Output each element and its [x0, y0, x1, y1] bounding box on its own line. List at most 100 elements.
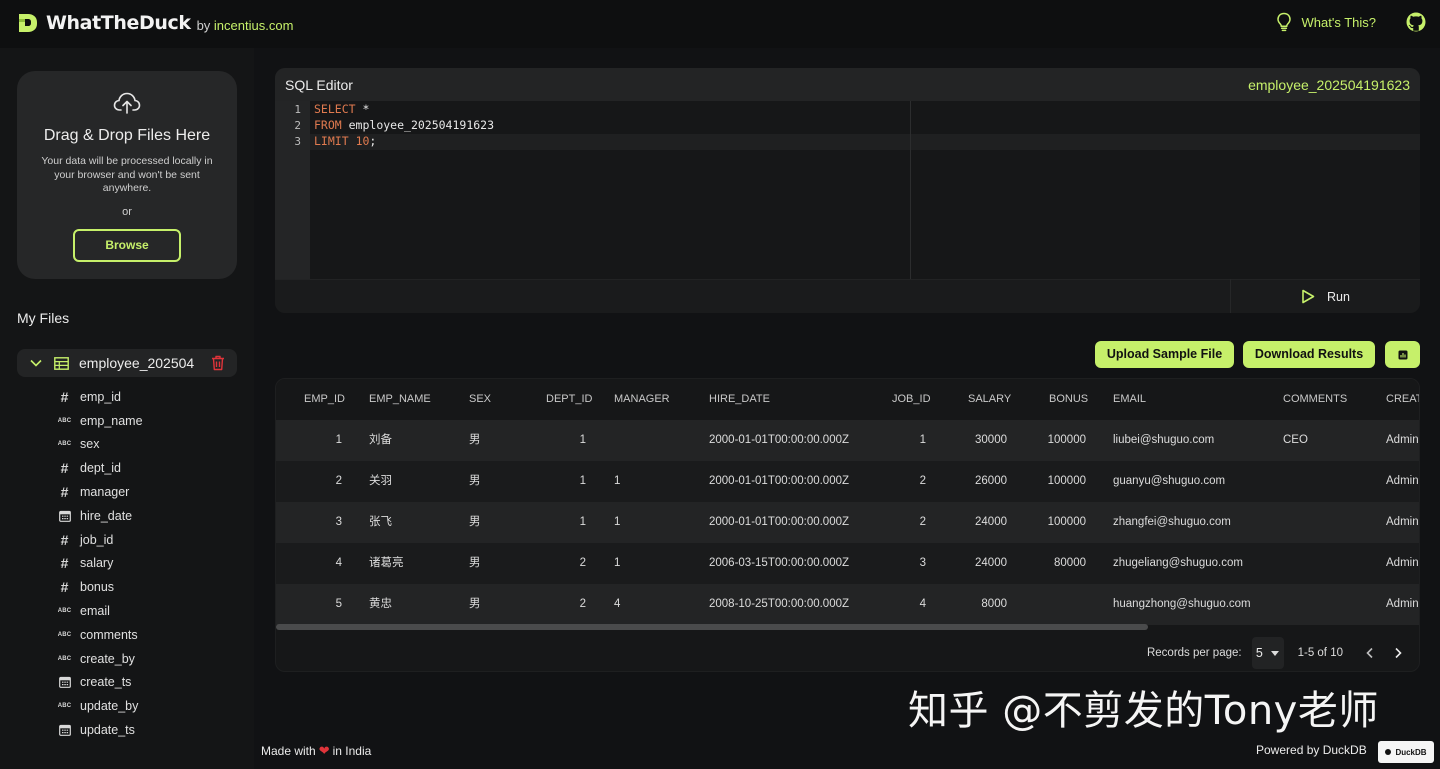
- column-header[interactable]: SEX: [469, 379, 529, 420]
- calendar-icon: [58, 724, 71, 736]
- table-row[interactable]: 2 关羽 男 1 1 2000-01-01T00:00:00.000Z 2 26000 1000…: [276, 461, 1419, 502]
- incentius-link[interactable]: incentius.com: [214, 18, 293, 33]
- column-item-update-by[interactable]: ABC update_by: [58, 694, 143, 718]
- whats-this-link[interactable]: What's This?: [1276, 12, 1376, 32]
- column-item-hire-date[interactable]: hire_date: [58, 504, 143, 528]
- powered-by: Powered by DuckDB: [1256, 743, 1367, 757]
- hash-icon: #: [60, 484, 69, 501]
- column-header[interactable]: EMP_ID: [304, 379, 354, 420]
- column-name: emp_name: [80, 413, 143, 428]
- heart-icon: ❤: [318, 743, 330, 758]
- table-cell: 100000: [1047, 434, 1086, 446]
- table-cell: 男: [469, 434, 481, 446]
- column-header[interactable]: HIRE_DATE: [709, 379, 879, 420]
- table-cell: 男: [469, 557, 481, 569]
- column-header[interactable]: EMP_NAME: [369, 379, 449, 420]
- column-name: update_ts: [80, 723, 135, 738]
- column-item-create-ts[interactable]: create_ts: [58, 671, 143, 695]
- chart-view-button[interactable]: [1385, 341, 1420, 368]
- table-cell: 5: [335, 598, 342, 610]
- column-header[interactable]: BONUS: [1049, 379, 1099, 420]
- column-item-salary[interactable]: # salary: [58, 552, 143, 576]
- table-cell: 2: [335, 475, 342, 487]
- table-cell: 1: [614, 557, 621, 569]
- brand-logo[interactable]: WhatTheDuck by incentius.com: [16, 12, 293, 34]
- table-row[interactable]: 4 诸葛亮 男 2 1 2006-03-15T00:00:00.000Z 3 24000 800…: [276, 543, 1419, 584]
- column-item-email[interactable]: ABC email: [58, 599, 143, 623]
- records-per-page-value: 5: [1255, 646, 1263, 660]
- column-item-sex[interactable]: ABC sex: [58, 433, 143, 457]
- run-button[interactable]: Run: [1301, 289, 1350, 304]
- table-row[interactable]: 1 刘备 男 1 2000-01-01T00:00:00.000Z 1 30000 10000…: [276, 420, 1419, 461]
- trash-icon[interactable]: [211, 355, 225, 371]
- table-cell: 1: [579, 516, 586, 528]
- prev-page-icon[interactable]: [1365, 647, 1375, 659]
- table-cell: [1283, 502, 1363, 543]
- cloud-upload-icon: [113, 92, 141, 114]
- table-cell: 24000: [975, 557, 1007, 569]
- column-header[interactable]: SALARY: [968, 379, 1018, 420]
- table-cell: 2000-01-01T00:00:00.000Z: [709, 516, 850, 528]
- column-header[interactable]: EMAIL: [1113, 379, 1273, 420]
- table-cell: 1: [614, 516, 621, 528]
- column-item-manager[interactable]: # manager: [58, 480, 143, 504]
- table-row[interactable]: 5 黄忠 男 2 4 2008-10-25T00:00:00.000Z 4 8000 huang…: [276, 584, 1419, 625]
- line-number: 3: [294, 135, 301, 148]
- column-header[interactable]: MANAGER: [614, 379, 694, 420]
- sql-code-input[interactable]: SELECT * FROM employee_202504191623 LIMI…: [310, 101, 1420, 279]
- page-range: 1-5 of 10: [1297, 647, 1343, 659]
- drop-or: or: [122, 206, 132, 218]
- upload-sample-button[interactable]: Upload Sample File: [1095, 341, 1234, 368]
- calendar-icon: [58, 676, 71, 689]
- records-per-page-select[interactable]: 5: [1251, 637, 1284, 669]
- file-name: employee_202504: [79, 355, 195, 371]
- table-cell: 黄忠: [369, 598, 392, 610]
- column-header[interactable]: COMMENTS: [1283, 379, 1363, 420]
- table-cell: 80000: [1054, 557, 1086, 569]
- line-number: 2: [294, 119, 301, 132]
- table-cell: 刘备: [369, 434, 392, 446]
- column-item-emp-id[interactable]: # emp_id: [58, 385, 143, 409]
- hash-icon: #: [60, 388, 69, 405]
- column-item-bonus[interactable]: # bonus: [58, 575, 143, 599]
- column-item-dept-id[interactable]: # dept_id: [58, 456, 143, 480]
- github-icon[interactable]: [1406, 12, 1426, 32]
- horizontal-scrollbar[interactable]: [276, 624, 1148, 630]
- editor-header: SQL Editor employee_202504191623: [275, 68, 1420, 101]
- sql-editor: SQL Editor employee_202504191623 1 2 3 S…: [275, 68, 1420, 313]
- table-cell: 3: [919, 557, 926, 569]
- column-header[interactable]: CREATE: [1386, 379, 1419, 420]
- active-table-name[interactable]: employee_202504191623: [1248, 77, 1410, 93]
- column-header[interactable]: JOB_ID: [892, 379, 942, 420]
- table-cell: 24000: [975, 516, 1007, 528]
- column-item-emp-name[interactable]: ABC emp_name: [58, 409, 143, 433]
- table-cell: 诸葛亮: [369, 557, 404, 569]
- table-cell: 1: [579, 434, 586, 446]
- column-item-create-by[interactable]: ABC create_by: [58, 647, 143, 671]
- table-row[interactable]: 3 张飞 男 1 1 2000-01-01T00:00:00.000Z 2 24000 1000…: [276, 502, 1419, 543]
- column-name: dept_id: [80, 461, 122, 476]
- caret-down-icon: [1271, 650, 1280, 656]
- table-cell: huangzhong@shuguo.com: [1113, 598, 1251, 610]
- download-results-button[interactable]: Download Results: [1243, 341, 1375, 368]
- pagination: Records per page: 5 1-5 of 10: [1147, 637, 1403, 669]
- column-item-comments[interactable]: ABC comments: [58, 623, 143, 647]
- code-line: FROM employee_202504191623: [314, 118, 495, 132]
- column-item-job-id[interactable]: # job_id: [58, 528, 143, 552]
- table-cell: 2008-10-25T00:00:00.000Z: [709, 598, 850, 610]
- file-drop-zone[interactable]: Drag & Drop Files Here Your data will be…: [17, 71, 237, 279]
- column-name: create_by: [80, 651, 135, 666]
- column-header[interactable]: DEPT_ID: [546, 379, 596, 420]
- browse-button[interactable]: Browse: [73, 229, 181, 262]
- table-cell: 男: [469, 598, 481, 610]
- chevron-down-icon[interactable]: [30, 359, 42, 367]
- table-cell: 30000: [975, 434, 1007, 446]
- sidebar: Drag & Drop Files Here Your data will be…: [0, 48, 254, 769]
- table-cell: [1021, 584, 1086, 625]
- next-page-icon[interactable]: [1393, 647, 1403, 659]
- file-item-employee[interactable]: employee_202504: [17, 349, 237, 377]
- table-cell: 2: [579, 557, 586, 569]
- text-type-icon: ABC: [57, 631, 72, 638]
- column-item-update-ts[interactable]: update_ts: [58, 718, 143, 742]
- duckdb-badge[interactable]: DuckDB: [1378, 741, 1434, 763]
